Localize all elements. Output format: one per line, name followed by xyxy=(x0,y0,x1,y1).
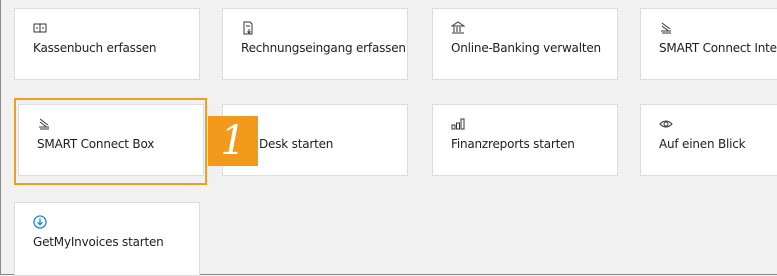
tile-smart-connect-box[interactable]: SMART Connect Box xyxy=(18,104,204,176)
tile-auf-einen-blick[interactable]: Auf einen Blick xyxy=(640,104,777,176)
eye-icon xyxy=(659,120,673,128)
tile-label: SMART Connect Integra xyxy=(659,41,777,55)
tile-label: Finanzreports starten xyxy=(451,137,575,151)
tile-finanzreports-starten[interactable]: Finanzreports starten xyxy=(432,104,618,176)
tile-label: Auf einen Blick xyxy=(659,137,746,151)
bank-icon xyxy=(451,21,465,34)
tile-label: GetMyInvoices starten xyxy=(33,235,164,249)
smart-connect-icon xyxy=(661,22,671,34)
smart-connect-icon xyxy=(39,118,49,130)
tile-rechnungseingang-erfassen[interactable]: Rechnungseingang erfassen xyxy=(222,8,408,80)
tile-label: Online-Banking verwalten xyxy=(451,41,601,55)
tile-smart-connect-integra[interactable]: SMART Connect Integra xyxy=(640,8,777,80)
callout-number-badge: 1 xyxy=(208,116,258,166)
tile-kassenbuch-erfassen[interactable]: Kassenbuch erfassen xyxy=(14,8,200,80)
download-circle-icon xyxy=(33,215,47,229)
tile-label: Kassenbuch erfassen xyxy=(33,41,157,55)
tile-getmyinvoices-starten[interactable]: GetMyInvoices starten xyxy=(14,202,200,276)
tile-label: Rechnungseingang erfassen xyxy=(241,41,406,55)
tile-online-banking-verwalten[interactable]: Online-Banking verwalten xyxy=(432,8,618,80)
invoice-icon xyxy=(243,21,253,35)
cashbook-icon xyxy=(33,23,47,33)
chart-icon xyxy=(451,118,465,130)
tile-label: Desk starten xyxy=(259,137,334,151)
tile-label: SMART Connect Box xyxy=(37,137,155,151)
